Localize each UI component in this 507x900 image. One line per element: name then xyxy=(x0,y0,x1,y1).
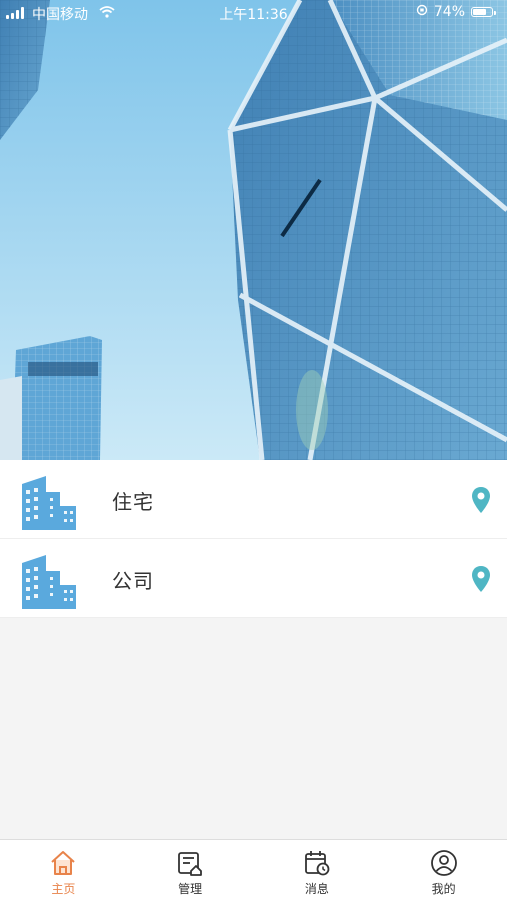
tab-profile[interactable]: 我的 xyxy=(380,840,507,900)
list-item-residence[interactable]: 住宅 xyxy=(0,460,507,539)
manage-icon xyxy=(178,852,203,876)
location-list: 住宅 公司 xyxy=(0,460,507,618)
building-icon xyxy=(22,476,76,530)
tab-messages[interactable]: 消息 xyxy=(254,840,381,900)
tab-label: 主页 xyxy=(51,882,76,896)
profile-icon xyxy=(430,850,457,876)
location-pin-icon[interactable] xyxy=(471,565,491,593)
orientation-lock-icon xyxy=(416,4,428,20)
hero-banner-image xyxy=(0,0,507,460)
home-icon xyxy=(51,851,76,875)
tab-manage[interactable]: 管理 xyxy=(127,840,254,900)
status-bar: 中国移动 上午11:36 74% xyxy=(0,0,507,26)
calendar-clock-icon xyxy=(304,851,330,876)
tab-label: 管理 xyxy=(178,882,203,896)
location-pin-icon[interactable] xyxy=(471,486,491,514)
tab-home[interactable]: 主页 xyxy=(0,840,127,900)
list-item-label: 公司 xyxy=(112,569,154,593)
battery-percentage: 74% xyxy=(433,4,465,20)
tab-label: 我的 xyxy=(431,882,456,896)
battery-icon xyxy=(471,7,496,17)
tab-label: 消息 xyxy=(304,882,329,896)
building-icon xyxy=(22,555,76,609)
bottom-tab-bar: 主页 管理 消息 我的 xyxy=(0,839,507,900)
list-item-label: 住宅 xyxy=(112,490,154,514)
list-item-company[interactable]: 公司 xyxy=(0,539,507,618)
